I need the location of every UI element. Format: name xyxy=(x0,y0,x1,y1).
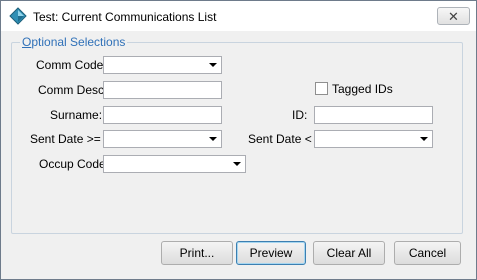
group-legend: Optional Selections xyxy=(20,35,128,49)
sent-date-gte-label: Sent Date >= xyxy=(30,132,101,146)
app-diamond-icon xyxy=(9,7,27,25)
surname-label: Surname: xyxy=(50,108,103,122)
tagged-ids-checkbox[interactable] xyxy=(315,82,328,95)
print-button[interactable]: Print... xyxy=(161,241,233,265)
occup-code-select[interactable] xyxy=(103,155,246,173)
surname-input[interactable] xyxy=(103,106,222,124)
comm-desc-input[interactable] xyxy=(103,81,222,99)
sent-date-lt-select[interactable] xyxy=(314,130,433,148)
id-label: ID: xyxy=(292,108,308,122)
id-input[interactable] xyxy=(314,106,433,124)
sent-date-gte-select[interactable] xyxy=(103,130,222,148)
sent-date-lt-label: Sent Date < xyxy=(248,132,312,146)
chevron-down-icon[interactable] xyxy=(205,131,221,147)
comm-code-select[interactable] xyxy=(103,56,222,74)
chevron-down-icon[interactable] xyxy=(229,156,245,172)
clear-all-button[interactable]: Clear All xyxy=(313,241,385,265)
preview-button[interactable]: Preview xyxy=(236,241,306,265)
close-icon: ✕ xyxy=(448,8,459,24)
legend-text: ptional Selections xyxy=(31,35,126,49)
chevron-down-icon[interactable] xyxy=(205,57,221,73)
tagged-ids-label[interactable]: Tagged IDs xyxy=(332,82,393,96)
comm-code-label: Comm Code: xyxy=(36,58,107,72)
comm-desc-label: Comm Desc: xyxy=(38,83,108,97)
occup-code-label: Occup Code xyxy=(39,157,106,171)
close-button[interactable]: ✕ xyxy=(437,7,470,25)
cancel-button[interactable]: Cancel xyxy=(394,241,461,265)
window-title: Test: Current Communications List xyxy=(33,10,217,24)
title-bar[interactable]: Test: Current Communications List ✕ xyxy=(1,1,476,31)
legend-accelerator: O xyxy=(22,35,32,49)
chevron-down-icon[interactable] xyxy=(416,131,432,147)
